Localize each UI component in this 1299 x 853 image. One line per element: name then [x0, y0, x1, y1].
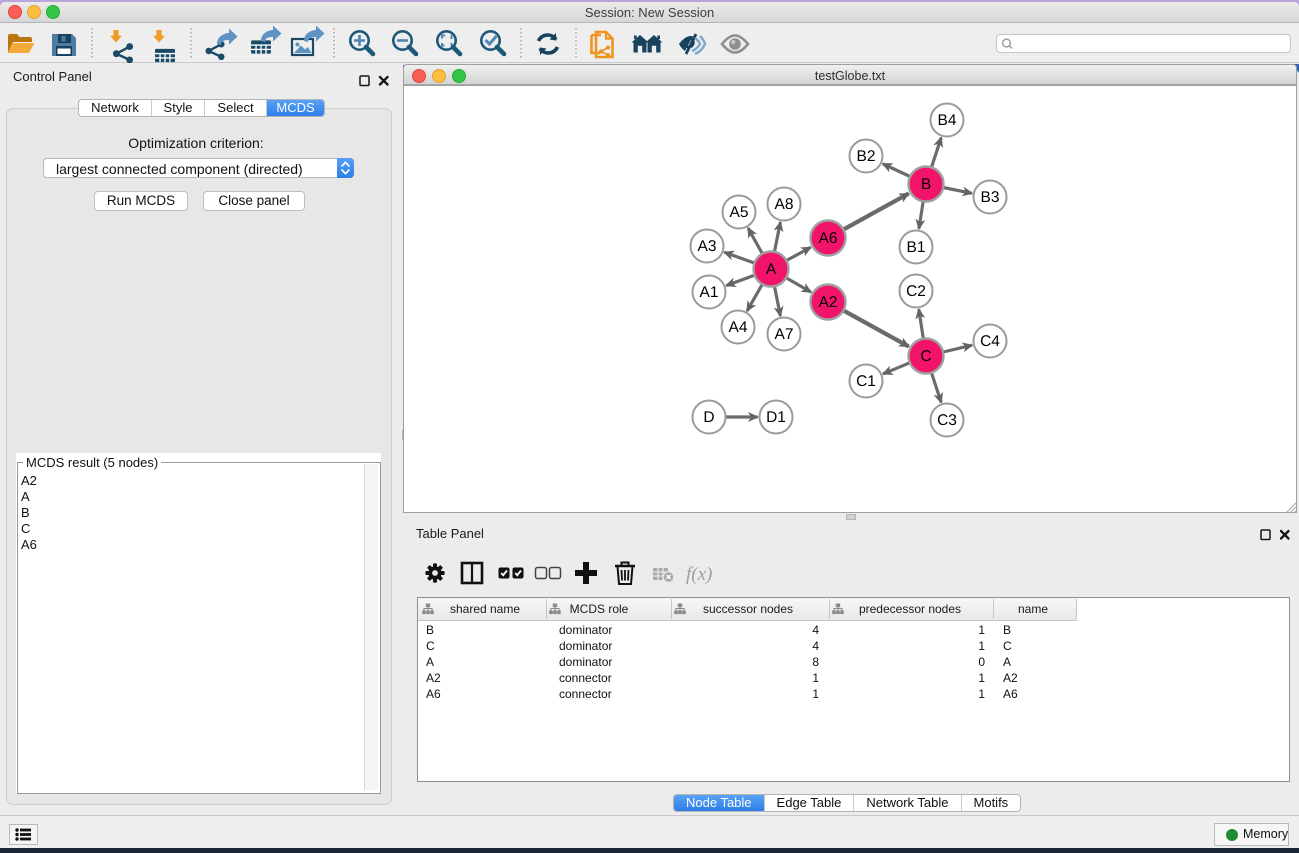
- svg-text:B3: B3: [981, 189, 1000, 206]
- svg-text:C4: C4: [980, 333, 1000, 350]
- svg-text:B4: B4: [938, 112, 957, 129]
- svg-text:A6: A6: [819, 230, 838, 247]
- svg-text:B1: B1: [907, 239, 926, 256]
- svg-text:D1: D1: [766, 409, 786, 426]
- svg-text:A1: A1: [700, 284, 719, 301]
- svg-text:A3: A3: [698, 238, 717, 255]
- svg-text:C3: C3: [937, 412, 957, 429]
- svg-text:f(x): f(x): [686, 564, 712, 585]
- svg-text:A8: A8: [775, 196, 794, 213]
- svg-text:name: name: [1018, 602, 1048, 616]
- svg-text:C: C: [920, 348, 931, 365]
- svg-text:D: D: [703, 409, 714, 426]
- svg-text:A2: A2: [819, 294, 838, 311]
- svg-text:MCDS role: MCDS role: [570, 602, 629, 616]
- svg-text:shared name: shared name: [450, 602, 520, 616]
- svg-text:C2: C2: [906, 283, 926, 300]
- svg-text:predecessor nodes: predecessor nodes: [859, 602, 961, 616]
- svg-text:A: A: [766, 261, 777, 278]
- svg-text:A4: A4: [729, 319, 748, 336]
- svg-text:B2: B2: [857, 148, 876, 165]
- svg-text:B: B: [921, 176, 931, 193]
- svg-text:successor nodes: successor nodes: [703, 602, 793, 616]
- svg-text:A7: A7: [775, 326, 794, 343]
- svg-text:C1: C1: [856, 373, 876, 390]
- svg-text:A5: A5: [730, 204, 749, 221]
